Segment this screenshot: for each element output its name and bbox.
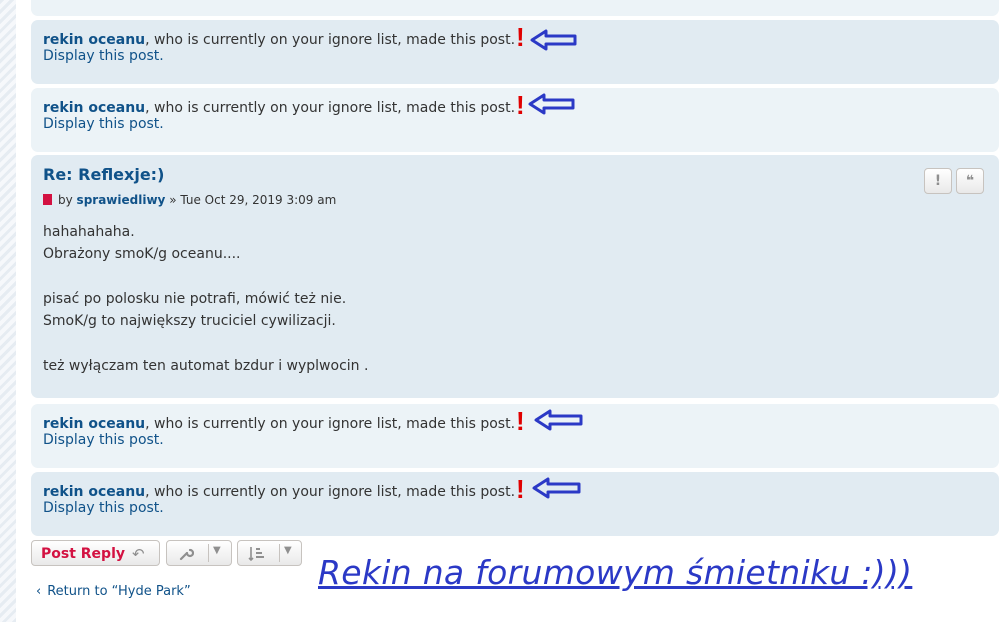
username-link[interactable]: rekin oceanu: [43, 32, 145, 48]
username-link[interactable]: rekin oceanu: [43, 484, 145, 500]
post-line: Obrażony smoK/g oceanu....: [43, 246, 241, 262]
post-line: SmoK/g to największy truciciel cywilizac…: [43, 313, 336, 329]
chevron-down-icon: ▼: [284, 545, 292, 556]
post-reply-label: Post Reply: [41, 546, 125, 562]
arrow-left-icon: [532, 477, 581, 499]
arrow-left-icon: [534, 409, 583, 431]
sort-icon: [248, 547, 264, 562]
ignore-notice: rekin oceanu, who is currently on your i…: [43, 22, 525, 52]
display-post-link[interactable]: Display this post.: [43, 48, 164, 64]
post-content: hahahahaha. Obrażony smoK/g oceanu.... p…: [43, 221, 368, 377]
topic-page: rekin oceanu, who is currently on your i…: [31, 0, 999, 622]
ignore-notice: rekin oceanu, who is currently on your i…: [43, 474, 525, 504]
post-meta: by sprawiedliwy » Tue Oct 29, 2019 3:09 …: [43, 193, 336, 207]
chevron-left-icon: ‹: [36, 584, 42, 599]
username-link[interactable]: rekin oceanu: [43, 100, 145, 116]
handwritten-annotation: Rekin na forumowym śmietniku :))): [318, 553, 913, 592]
previous-post-stub: [31, 0, 999, 16]
exclamation-mark-icon: !: [516, 474, 525, 504]
exclamation-mark-icon: !: [516, 406, 525, 436]
arrow-left-icon: [530, 29, 577, 51]
sort-options-button[interactable]: ▼: [237, 540, 302, 566]
exclamation-mark-icon: !: [516, 22, 525, 52]
display-post-link[interactable]: Display this post.: [43, 432, 164, 448]
post-date: » Tue Oct 29, 2019 3:09 am: [169, 193, 337, 207]
wrench-icon: [179, 548, 194, 561]
ignore-notice: rekin oceanu, who is currently on your i…: [43, 406, 525, 436]
arrow-left-icon: [528, 93, 575, 115]
display-post-link[interactable]: Display this post.: [43, 116, 164, 132]
post-line: też wyłączam ten automat bzdur i wyplwoc…: [43, 358, 369, 374]
ignored-post: rekin oceanu, who is currently on your i…: [31, 88, 999, 152]
ignore-message: , who is currently on your ignore list, …: [145, 32, 516, 48]
ignored-post: rekin oceanu, who is currently on your i…: [31, 20, 999, 84]
return-link[interactable]: ‹ Return to “Hyde Park”: [36, 584, 191, 599]
username-link[interactable]: rekin oceanu: [43, 416, 145, 432]
left-edge-pattern: [0, 0, 16, 622]
ignore-message: , who is currently on your ignore list, …: [145, 100, 516, 116]
ignore-message: , who is currently on your ignore list, …: [145, 416, 516, 432]
report-button[interactable]: !: [924, 168, 952, 194]
chevron-down-icon: ▼: [213, 545, 221, 556]
author-link[interactable]: sprawiedliwy: [77, 193, 166, 207]
forum-post: Re: Reflexje:) by sprawiedliwy » Tue Oct…: [31, 155, 999, 398]
topic-tools-button[interactable]: ▼: [166, 540, 232, 566]
ignored-post: rekin oceanu, who is currently on your i…: [31, 404, 999, 468]
display-post-link[interactable]: Display this post.: [43, 500, 164, 516]
post-reply-button[interactable]: Post Reply ↶: [31, 540, 160, 566]
ignore-notice: rekin oceanu, who is currently on your i…: [43, 90, 525, 120]
post-line: hahahahaha.: [43, 224, 135, 240]
exclamation-mark-icon: !: [516, 90, 525, 120]
reply-arrow-icon: ↶: [132, 545, 145, 563]
ignore-message: , who is currently on your ignore list, …: [145, 484, 516, 500]
post-title[interactable]: Re: Reflexje:): [43, 165, 164, 184]
post-line: pisać po polosku nie potrafi, mówić też …: [43, 291, 347, 307]
ignored-post: rekin oceanu, who is currently on your i…: [31, 472, 999, 536]
post-icon[interactable]: [43, 194, 52, 205]
quote-button[interactable]: ❝: [956, 168, 984, 194]
